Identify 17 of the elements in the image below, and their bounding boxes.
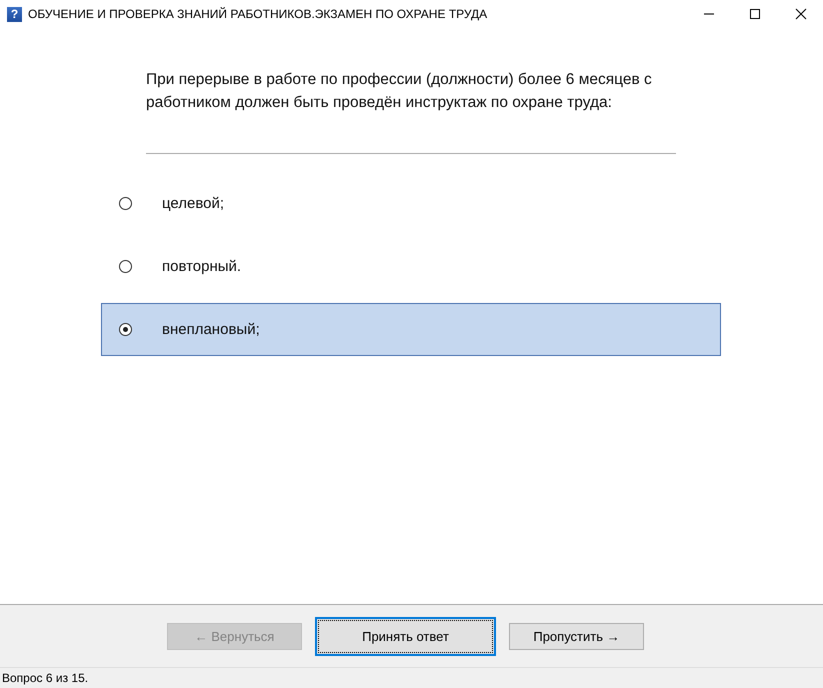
radio-button[interactable] <box>119 260 132 273</box>
answer-option[interactable]: повторный. <box>101 240 721 293</box>
status-text: Вопрос 6 из 15. <box>0 668 823 688</box>
option-label: целевой; <box>162 195 224 212</box>
accept-button[interactable]: Принять ответ <box>315 616 496 656</box>
radio-button[interactable] <box>119 323 132 336</box>
skip-button[interactable]: Пропустить → <box>509 622 644 650</box>
option-label: повторный. <box>162 258 242 275</box>
help-icon: ? <box>7 6 22 22</box>
answer-option[interactable]: внеплановый; <box>101 303 721 356</box>
answer-option[interactable]: целевой; <box>101 177 721 230</box>
window-title: ОБУЧЕНИЕ И ПРОВЕРКА ЗНАНИЙ РАБОТНИКОВ.ЭКЗАМЕН ПО ОХРАНЕ ТРУДА <box>28 7 488 21</box>
maximize-icon[interactable] <box>749 8 761 20</box>
radio-button[interactable] <box>119 197 132 210</box>
question-text: При перерыве в работе по профессии (должности) более 6 месяцев с работником должен быть проведён инструктаж по охране труда: <box>146 70 653 113</box>
close-icon[interactable] <box>795 8 807 20</box>
option-label: внеплановый; <box>162 321 260 338</box>
